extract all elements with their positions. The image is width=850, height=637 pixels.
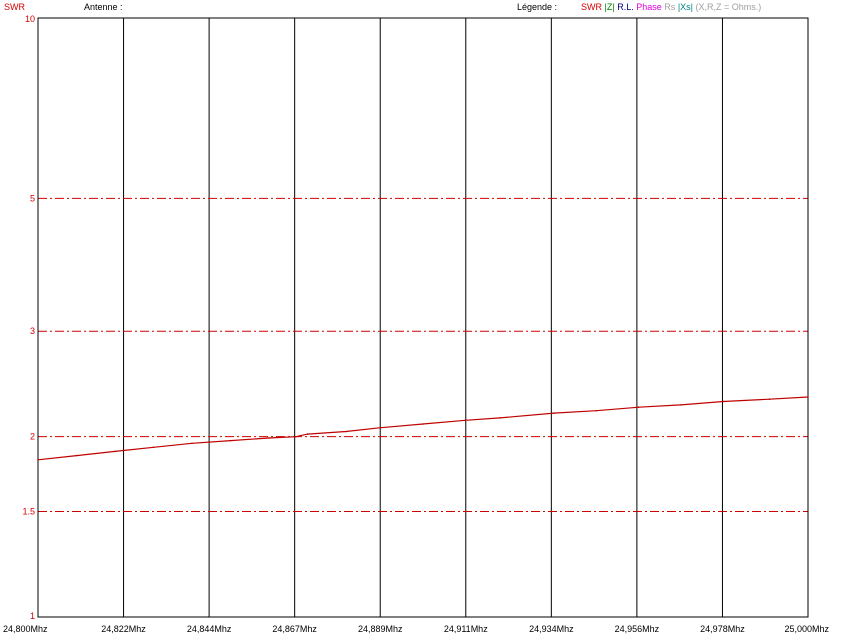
y-tick-label: 10 <box>25 14 35 24</box>
data-point <box>680 404 682 406</box>
swr-chart: 10 5 3 2 1.5 1 24,800Mhz 24,822Mhz 24,844Mhz 24,… <box>0 0 850 637</box>
x-tick-label: 24,844Mhz <box>187 624 232 634</box>
data-point <box>464 419 467 422</box>
legend-item-xs: |Xs| <box>677 2 693 12</box>
data-point <box>422 423 424 425</box>
y-tick-label: 1 <box>30 611 35 621</box>
data-point <box>37 458 39 461</box>
data-point <box>722 400 725 403</box>
data-point <box>306 433 309 435</box>
data-point <box>379 426 382 429</box>
y-axis-title: SWR <box>4 2 25 12</box>
legend: SWR |Z| R.L. Phase Rs |Xs| (X,R,Z = Ohms… <box>581 2 761 13</box>
data-point <box>114 450 116 453</box>
x-tick-label: 24,822Mhz <box>101 624 146 634</box>
y-tick-label: 2 <box>30 432 35 442</box>
antenna-label: Antenne : <box>84 2 123 12</box>
x-tick-label: 24,934Mhz <box>529 624 574 634</box>
x-tick-label: 24,911Mhz <box>444 624 488 634</box>
x-tick-label: 24,800Mhz <box>3 624 48 634</box>
data-point <box>595 409 598 412</box>
data-point <box>295 435 297 438</box>
data-point <box>768 398 771 400</box>
data-point <box>553 412 555 414</box>
legend-item-phase: Phase <box>636 2 662 12</box>
x-tick-label: 24,956Mhz <box>615 624 660 634</box>
data-point <box>152 446 155 449</box>
x-tick-label: 24,889Mhz <box>358 624 403 634</box>
data-point <box>345 430 347 433</box>
data-point <box>807 396 809 398</box>
data-point <box>637 406 640 409</box>
legend-item-rl: R.L. <box>617 2 634 12</box>
legend-label: Légende : <box>517 2 558 12</box>
data-point <box>191 442 193 445</box>
x-tick-label: 24,867Mhz <box>272 624 317 634</box>
legend-item-rs: Rs <box>664 2 676 12</box>
x-tick-label: 24,978Mhz <box>700 624 745 634</box>
data-point <box>229 439 232 442</box>
legend-item-z: |Z| <box>604 2 615 12</box>
legend-item-swr: SWR <box>581 2 602 12</box>
legend-item-units: (X,R,Z = Ohms.) <box>695 2 762 12</box>
data-point <box>499 417 501 419</box>
data-point <box>268 437 270 439</box>
x-tick-label: 25,000Mhz <box>784 624 829 634</box>
y-tick-label: 1.5 <box>22 507 35 517</box>
y-tick-label: 5 <box>30 193 35 203</box>
data-point <box>75 454 78 457</box>
y-tick-label: 3 <box>30 326 35 336</box>
